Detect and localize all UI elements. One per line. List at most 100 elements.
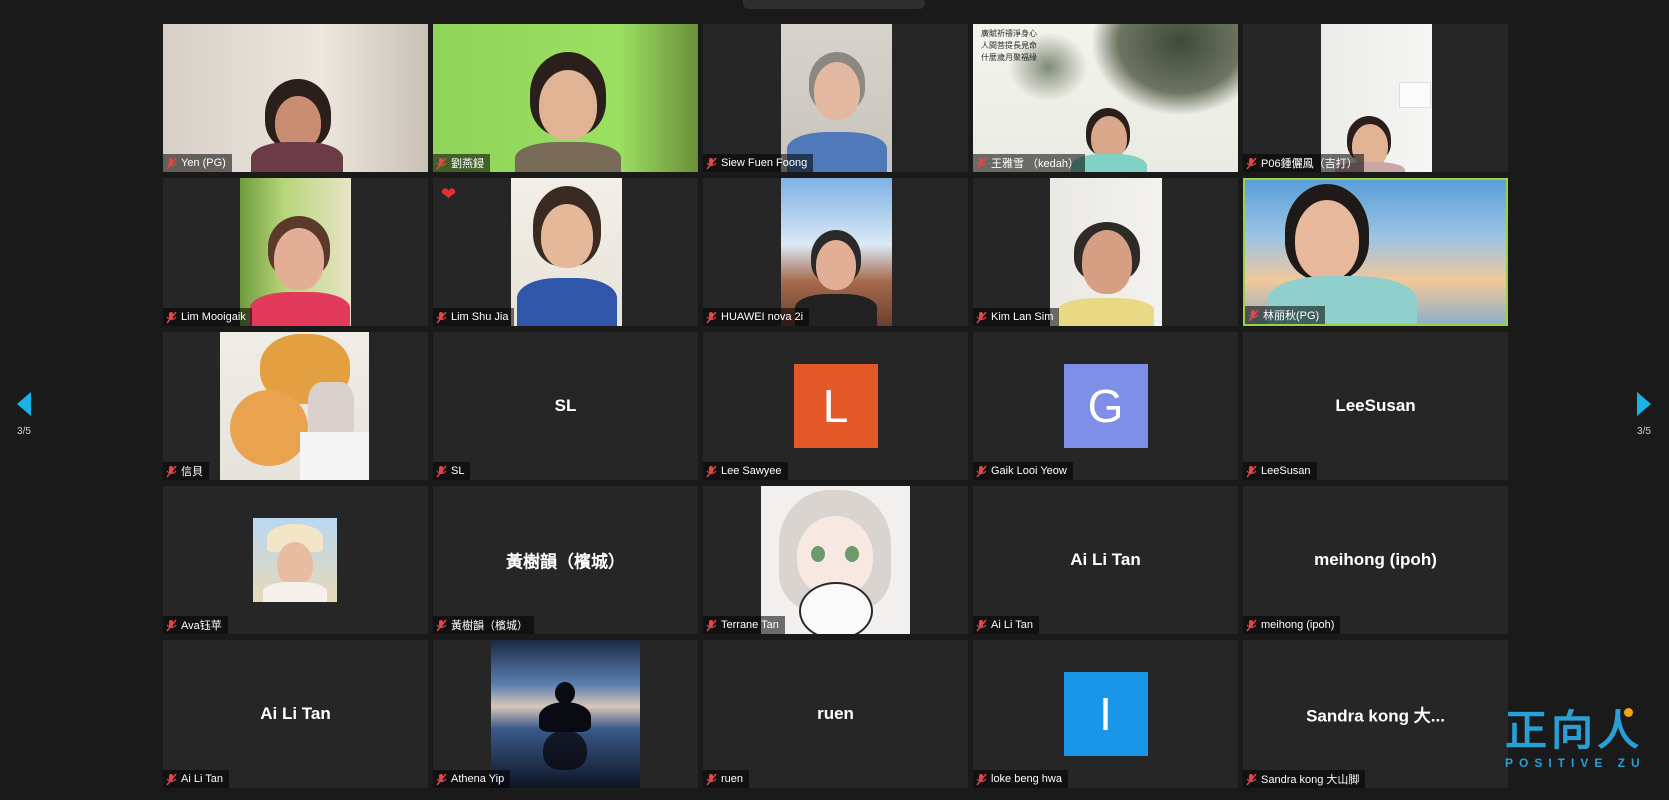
participant-name-label: P06鍾儷鳳（吉打） — [1243, 154, 1364, 172]
participant-name-label: 王雅雪 （kedah） — [973, 154, 1086, 172]
participant-tile[interactable]: LeeSusan LeeSusan — [1243, 332, 1508, 480]
participant-name-label: Lee Sawyee — [703, 462, 788, 480]
video-feed — [1321, 24, 1432, 172]
participant-name-label: LeeSusan — [1243, 462, 1317, 480]
page-indicator-right: 3/5 — [1637, 426, 1651, 437]
mic-muted-icon — [436, 157, 447, 170]
mic-muted-icon — [1248, 309, 1259, 322]
participant-name-label: SL — [433, 462, 471, 480]
mic-muted-icon — [976, 311, 987, 324]
logo-english-text: POSITIVE ZU — [1505, 756, 1646, 770]
participant-display-name: meihong (ipoh) — [1314, 550, 1437, 569]
video-feed — [761, 486, 910, 634]
participant-tile[interactable]: Ai Li Tan Ai Li Tan — [163, 640, 428, 788]
participant-name-label: HUAWEI nova 2i — [703, 308, 810, 326]
participant-tile[interactable]: Ai Li Tan Ai Li Tan — [973, 486, 1238, 634]
participant-name-label: Ai Li Tan — [973, 616, 1039, 634]
mic-muted-icon — [1246, 157, 1257, 170]
participant-tile[interactable]: Yen (PG) — [163, 24, 428, 172]
mic-muted-icon — [976, 619, 987, 632]
participant-tile[interactable]: 林丽秋(PG) — [1243, 178, 1508, 326]
mic-muted-icon — [976, 773, 987, 786]
participant-tile[interactable]: HUAWEI nova 2i — [703, 178, 968, 326]
participant-tile[interactable]: ruen ruen — [703, 640, 968, 788]
participant-tile[interactable]: meihong (ipoh) meihong (ipoh) — [1243, 486, 1508, 634]
next-page-button[interactable]: 3/5 — [1629, 392, 1659, 437]
mic-muted-icon — [706, 619, 717, 632]
participant-tile[interactable]: I loke beng hwa — [973, 640, 1238, 788]
page-indicator-left: 3/5 — [17, 426, 31, 437]
participant-name-label: Lim Shu Jia — [433, 308, 515, 326]
participant-tile[interactable]: SL SL — [433, 332, 698, 480]
participant-display-name: LeeSusan — [1335, 396, 1416, 415]
video-feed — [1245, 180, 1506, 324]
participant-display-name: Sandra kong 大... — [1306, 706, 1445, 726]
participant-name-label: 信貝 — [163, 462, 209, 480]
arrow-left-icon — [17, 392, 31, 416]
participant-name-label: Athena Yip — [433, 770, 511, 788]
participant-tile[interactable]: G Gaik Looi Yeow — [973, 332, 1238, 480]
video-feed — [1050, 178, 1162, 326]
participant-tile[interactable]: 黃樹韻（檳城） 黃樹韻（檳城） — [433, 486, 698, 634]
participant-name-label: Ava钰苹 — [163, 616, 228, 634]
video-feed — [220, 332, 369, 480]
mic-muted-icon — [706, 157, 717, 170]
mic-muted-icon — [1246, 773, 1257, 786]
avatar: G — [1063, 364, 1148, 448]
video-feed — [163, 24, 428, 172]
participant-tile[interactable]: Lim Mooigaik — [163, 178, 428, 326]
mic-muted-icon — [1246, 619, 1257, 632]
profile-picture — [253, 518, 337, 602]
participant-name-label: Terrane Tan — [703, 616, 785, 634]
video-feed — [491, 640, 640, 788]
video-feed — [781, 178, 892, 326]
mic-muted-icon — [166, 311, 177, 324]
mic-muted-icon — [706, 465, 717, 478]
participant-tile[interactable]: L Lee Sawyee — [703, 332, 968, 480]
avatar: I — [1063, 672, 1148, 756]
participant-name-label: Sandra kong 大山脚 — [1243, 770, 1366, 788]
participant-display-name: 黃樹韻（檳城） — [506, 552, 625, 572]
prev-page-button[interactable]: 3/5 — [9, 392, 39, 437]
participant-name-label: ruen — [703, 770, 750, 788]
mic-muted-icon — [436, 465, 447, 478]
participant-tile[interactable]: Terrane Tan — [703, 486, 968, 634]
participant-tile[interactable]: Kim Lan Sim — [973, 178, 1238, 326]
participant-tile[interactable]: Siew Fuen Foong — [703, 24, 968, 172]
video-feed — [781, 24, 892, 172]
participant-name-label: 黃樹韻（檳城） — [433, 616, 534, 634]
mic-muted-icon — [166, 465, 177, 478]
participant-name-label: Lim Mooigaik — [163, 308, 252, 326]
background-caption: 廣賦祈禱淨身心 人間菩提長見命 什麼歲月聚福緣 — [981, 29, 1037, 62]
mic-muted-icon — [976, 465, 987, 478]
video-feed: 廣賦祈禱淨身心 人間菩提長見命 什麼歲月聚福緣 — [973, 24, 1238, 172]
participant-tile[interactable]: 劉燕鋟 — [433, 24, 698, 172]
logo-chinese-text: 正向人 — [1505, 706, 1644, 755]
participant-name-label: Siew Fuen Foong — [703, 154, 814, 172]
participant-tile[interactable]: 信貝 — [163, 332, 428, 480]
mic-muted-icon — [436, 311, 447, 324]
positive-zu-logo: 正向人 POSITIVE ZU — [1505, 708, 1655, 778]
participant-display-name: Ai Li Tan — [1070, 550, 1141, 569]
mic-muted-icon — [166, 157, 177, 170]
participant-tile[interactable]: 廣賦祈禱淨身心 人間菩提長見命 什麼歲月聚福緣 王雅雪 （kedah） — [973, 24, 1238, 172]
participant-tile[interactable]: Athena Yip — [433, 640, 698, 788]
participant-name-label: 林丽秋(PG) — [1245, 306, 1326, 324]
mic-muted-icon — [166, 773, 177, 786]
top-toolbar-handle[interactable] — [743, 0, 925, 9]
participant-name-label: Ai Li Tan — [163, 770, 229, 788]
participant-display-name: ruen — [817, 704, 854, 723]
video-feed — [240, 178, 351, 326]
participant-name-label: loke beng hwa — [973, 770, 1068, 788]
participant-tile[interactable]: Sandra kong 大... Sandra kong 大山脚 — [1243, 640, 1508, 788]
mic-muted-icon — [706, 311, 717, 324]
arrow-right-icon — [1637, 392, 1651, 416]
logo-dot — [1624, 708, 1633, 717]
participant-tile[interactable]: Ava钰苹 — [163, 486, 428, 634]
video-feed — [433, 24, 698, 172]
participant-name-label: Kim Lan Sim — [973, 308, 1060, 326]
mic-muted-icon — [436, 773, 447, 786]
participant-tile[interactable]: P06鍾儷鳳（吉打） — [1243, 24, 1508, 172]
participant-name-label: Yen (PG) — [163, 154, 232, 172]
participant-tile[interactable]: ❤ Lim Shu Jia — [433, 178, 698, 326]
